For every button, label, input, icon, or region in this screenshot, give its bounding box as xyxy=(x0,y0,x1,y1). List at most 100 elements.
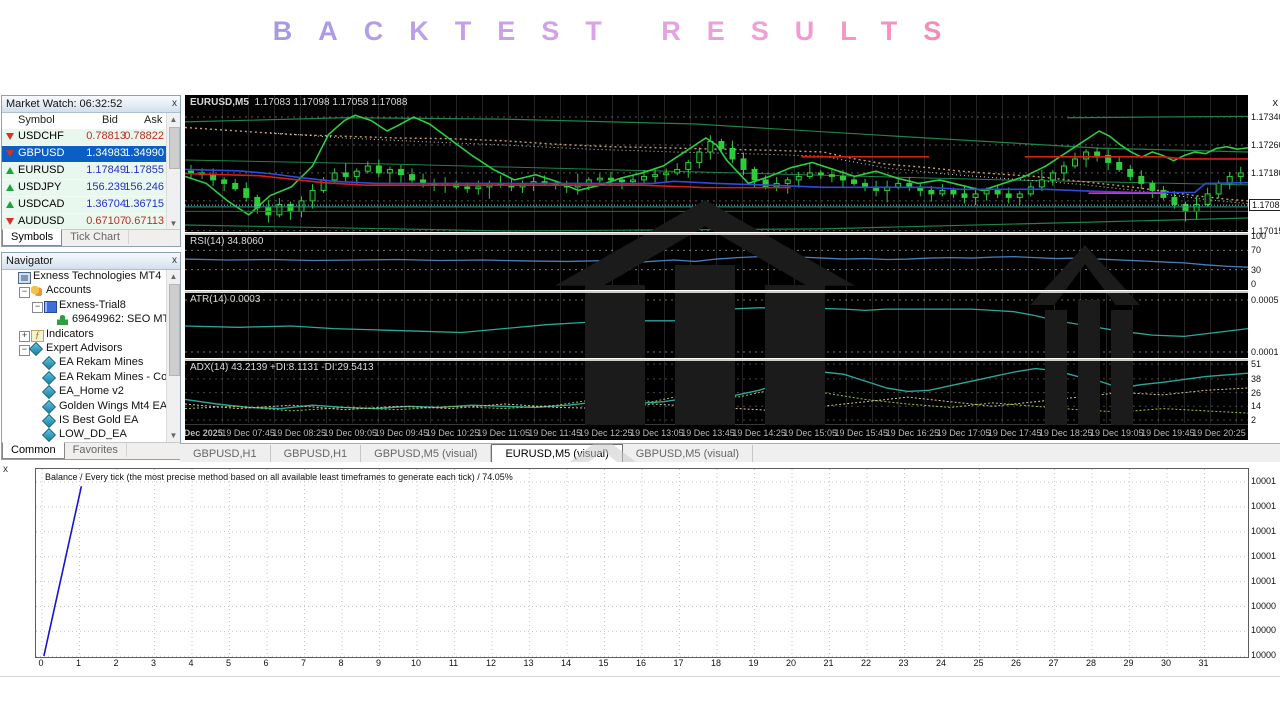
ask-cell: 0.67113 xyxy=(120,215,164,227)
chart-tab-gbpusd-h1[interactable]: GBPUSD,H1 xyxy=(180,445,271,463)
close-icon[interactable]: x xyxy=(172,253,177,268)
collapse-icon[interactable]: − xyxy=(19,287,30,298)
time-axis-label: 19 Dec 12:25 xyxy=(579,428,633,438)
navigator-header: Navigator x xyxy=(2,253,180,270)
tab-tick-chart[interactable]: Tick Chart xyxy=(62,230,129,244)
rsi-label: RSI(14) 34.8060 xyxy=(190,236,263,247)
navigator-title: Navigator xyxy=(6,255,53,267)
price-axis-label: 1.17340 xyxy=(1251,112,1280,122)
arrow-down-icon xyxy=(6,133,14,140)
navigator-item[interactable]: −Expert Advisors xyxy=(2,342,167,356)
chart-ohlc-values: 1.17083 1.17098 1.17058 1.17088 xyxy=(254,97,407,108)
market-watch-row[interactable]: EURUSD1.178491.17855 xyxy=(2,163,167,180)
navigator-item[interactable]: EA_Home v2 xyxy=(2,385,167,399)
navigator-item-label: Accounts xyxy=(46,284,91,296)
market-watch-row[interactable]: USDCHF0.788130.78822 xyxy=(2,129,167,146)
navigator-item[interactable]: EA Rekam Mines xyxy=(2,356,167,370)
atr-axis-label: 0.0005 xyxy=(1251,295,1279,305)
chart-tab-gbpusd-m5-visual-[interactable]: GBPUSD,M5 (visual) xyxy=(623,445,753,463)
navigator-item-label: LOW_DD_EA xyxy=(59,428,127,440)
balance-chart xyxy=(36,469,1248,657)
tester-x-label: 25 xyxy=(973,658,983,668)
tester-x-label: 28 xyxy=(1086,658,1096,668)
chart-window[interactable]: EURUSD,M5 1.17083 1.17098 1.17058 1.1708… xyxy=(185,95,1248,440)
pane-separator[interactable] xyxy=(185,358,1248,361)
rsi-axis-label: 30 xyxy=(1251,265,1261,275)
tester-x-label: 5 xyxy=(226,658,231,668)
tester-x-label: 8 xyxy=(338,658,343,668)
bid-cell: 0.67107 xyxy=(54,215,126,227)
collapse-icon[interactable]: − xyxy=(19,345,30,356)
navigator-item-label: EA_Home v2 xyxy=(59,385,124,397)
market-watch-scrollbar[interactable]: ▲▼ xyxy=(166,113,180,230)
navigator-item[interactable]: LOW_DD_EA xyxy=(2,428,167,442)
navigator-item[interactable]: IS Best Gold EA xyxy=(2,414,167,428)
column-bid[interactable]: Bid xyxy=(102,114,118,126)
time-axis-label: 19 Dec 14:25 xyxy=(732,428,786,438)
chart-tab-gbpusd-h1[interactable]: GBPUSD,H1 xyxy=(271,445,362,463)
navigator-item[interactable]: EA Rekam Mines - Copy xyxy=(2,371,167,385)
time-axis-label: 19 Dec 08:25 xyxy=(272,428,326,438)
tester-graph[interactable]: Balance / Every tick (the most precise m… xyxy=(35,468,1249,658)
time-axis-label: 19 Dec 16:25 xyxy=(886,428,940,438)
time-axis-label: 19 Dec 09:05 xyxy=(324,428,378,438)
watermark-logo xyxy=(1078,300,1100,425)
market-watch-row[interactable]: USDJPY156.239156.246 xyxy=(2,180,167,197)
tester-x-label: 6 xyxy=(263,658,268,668)
tester-x-label: 11 xyxy=(449,658,458,668)
adx-axis-label: 26 xyxy=(1251,388,1261,398)
tester-x-label: 15 xyxy=(598,658,608,668)
tab-symbols[interactable]: Symbols xyxy=(2,229,62,246)
column-ask[interactable]: Ask xyxy=(144,114,162,126)
tester-y-label: 10001 xyxy=(1251,526,1276,536)
navigator-item-label: EA Rekam Mines xyxy=(59,356,143,368)
close-icon[interactable]: x xyxy=(172,96,177,111)
pane-separator[interactable] xyxy=(185,232,1248,235)
tester-x-label: 31 xyxy=(1198,658,1208,668)
tab-common[interactable]: Common xyxy=(2,442,65,459)
navigator-item[interactable]: − Accounts xyxy=(2,284,167,298)
arrow-down-icon xyxy=(6,218,14,225)
tester-x-label: 18 xyxy=(711,658,721,668)
market-watch-columns: Symbol Bid Ask xyxy=(2,113,180,130)
chart-tab-gbpusd-m5-visual-[interactable]: GBPUSD,M5 (visual) xyxy=(361,445,491,463)
navigator-scrollbar[interactable]: ▲▼ xyxy=(166,270,180,442)
tester-close-icon[interactable]: x xyxy=(3,464,8,475)
time-axis-label: 19 Dec 10:25 xyxy=(426,428,480,438)
chart-close-icon[interactable]: x xyxy=(1273,96,1279,111)
navigator-item[interactable]: +ƒIndicators xyxy=(2,328,167,342)
market-watch-row[interactable]: USDCAD1.367041.36715 xyxy=(2,197,167,214)
navigator-item[interactable]: Golden Wings Mt4 EA By xyxy=(2,400,167,414)
tab-favorites[interactable]: Favorites xyxy=(65,443,127,457)
adx-axis-label: 14 xyxy=(1251,401,1261,411)
ask-cell: 0.78822 xyxy=(120,130,164,142)
collapse-icon[interactable]: − xyxy=(32,302,43,313)
price-axis[interactable]: x 1.17088 1.173401.172601.171801.1701510… xyxy=(1248,95,1280,440)
column-symbol[interactable]: Symbol xyxy=(18,114,55,126)
rsi-axis-label: 0 xyxy=(1251,279,1256,289)
bid-cell: 1.36704 xyxy=(54,198,126,210)
price-axis-label: 1.17180 xyxy=(1251,168,1280,178)
tester-x-label: 23 xyxy=(898,658,908,668)
watermark-logo xyxy=(1045,310,1067,425)
market-watch-row[interactable]: AUDUSD0.671070.67113 xyxy=(2,214,167,230)
navigator-item[interactable]: Exness Technologies MT4 xyxy=(2,270,167,284)
bid-cell: 1.17849 xyxy=(54,164,126,176)
mt4-window: { "page_title": "BACKTEST RESULTS", "mar… xyxy=(0,0,1280,720)
bid-cell: 0.78813 xyxy=(54,130,126,142)
ea-icon xyxy=(42,356,56,370)
pane-separator[interactable] xyxy=(185,290,1248,293)
time-axis-label: 19 Dec 09:45 xyxy=(375,428,429,438)
fx-icon: ƒ xyxy=(31,330,44,342)
navigator-item[interactable]: 69649962: SEO MT4 B xyxy=(2,313,167,327)
navigator-item-label: EA Rekam Mines - Copy xyxy=(59,371,167,383)
market-watch-row[interactable]: GBPUSD1.349831.34990 xyxy=(2,146,167,163)
tester-x-label: 2 xyxy=(113,658,118,668)
ask-cell: 1.17855 xyxy=(120,164,164,176)
navigator-item[interactable]: −Exness-Trial8 xyxy=(2,299,167,313)
time-axis-label: 19 Dec 17:05 xyxy=(937,428,991,438)
arrow-down-icon xyxy=(6,150,14,157)
expand-icon[interactable]: + xyxy=(19,331,30,342)
time-axis-label: 19 Dec 07:45 xyxy=(221,428,275,438)
login-icon xyxy=(44,301,57,313)
